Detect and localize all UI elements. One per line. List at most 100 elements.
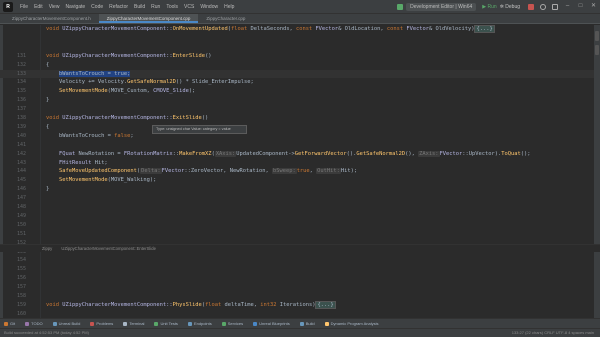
code-line[interactable]: 149 [0, 212, 600, 220]
code-line[interactable]: 133 bWantsToCrouch = true; [0, 69, 600, 78]
code-token: SafeMoveUpdatedComponent [58, 168, 137, 175]
menu-help[interactable]: Help [221, 4, 237, 10]
code-line[interactable]: 150 [0, 221, 600, 229]
code-line[interactable]: 145 SetMovementMode(MOVE_Walking); [0, 176, 600, 184]
code-token: Hit; [91, 159, 108, 166]
code-token: () [201, 115, 209, 121]
tool-window-icon [25, 321, 30, 326]
build-hammer-icon[interactable] [397, 3, 404, 10]
code-line[interactable]: 143 FHitResult Hit; [0, 159, 600, 167]
code-line[interactable]: 158 [0, 292, 600, 300]
tool-window-button[interactable]: TODO [25, 321, 43, 326]
code-text: bWantsToCrouch = true; [46, 70, 131, 78]
code-token: GetSafeNormal2D [127, 79, 176, 86]
maximize-icon[interactable]: □ [577, 3, 584, 10]
code-token: UZippyCharacterMovementComponent:: [62, 115, 173, 121]
breadcrumb-project[interactable]: Zippy [42, 246, 52, 251]
code-line[interactable]: 137 [0, 105, 600, 113]
code-line[interactable]: 157 [0, 283, 600, 291]
code-token: const [295, 26, 316, 32]
code-line[interactable]: 147 [0, 194, 600, 202]
close-icon[interactable]: ✕ [590, 3, 597, 10]
code-line[interactable] [0, 34, 600, 42]
tool-window-button[interactable]: Dynamic Program Analysis [324, 321, 378, 326]
tool-window-label: Unreal Build [58, 321, 81, 326]
search-icon[interactable] [540, 3, 546, 10]
menu-build[interactable]: Build [131, 4, 148, 10]
debug-button[interactable]: ✲ Debug [500, 4, 520, 10]
code-line[interactable]: 144 SafeMoveUpdatedComponent(Delta:FVect… [0, 167, 600, 175]
line-number: 134 [16, 79, 26, 86]
breadcrumb-function[interactable]: UZippyCharacterMovementComponent::EnterS… [61, 246, 156, 251]
code-line[interactable]: 135 SetMovementMode(MOVE_Custom, CMOVE_S… [0, 87, 600, 95]
line-number: 150 [16, 221, 26, 228]
code-line[interactable]: 141 [0, 141, 600, 149]
menu-window[interactable]: Window [197, 4, 221, 10]
code-line[interactable]: 155 [0, 265, 600, 273]
menu-tools[interactable]: Tools [163, 4, 181, 10]
code-text: { [46, 61, 49, 69]
menu-code[interactable]: Code [88, 4, 106, 10]
right-tool-strip [594, 25, 600, 318]
menu-vcs[interactable]: VCS [181, 4, 197, 10]
line-number: 145 [16, 177, 26, 184]
code-text: void UZippyCharacterMovementComponent::E… [46, 52, 212, 60]
run-configuration-select[interactable]: Development Editor | Win64 [406, 2, 477, 11]
menu-run[interactable]: Run [148, 4, 163, 10]
run-button[interactable]: ▶ Run [482, 4, 496, 10]
tab-zippy-movement-cpp[interactable]: ZippyCharacterMovementComponent.cpp [98, 14, 199, 23]
code-line[interactable]: 136} [0, 96, 600, 104]
status-caret-info[interactable]: 133:27 (22 chars) CRLF UTF-8 4 spaces ma… [512, 329, 594, 337]
stop-icon[interactable] [528, 3, 534, 10]
menu-view[interactable]: View [46, 4, 63, 10]
code-line[interactable]: 151 [0, 230, 600, 238]
tool-window-button[interactable]: Terminal [123, 321, 144, 326]
code-token: ); [188, 88, 196, 95]
status-message: Build succeeded at 4:52:53 PM (today 4:5… [4, 330, 89, 335]
line-number: 148 [16, 204, 26, 210]
code-line[interactable]: 146} [0, 185, 600, 193]
tool-window-button[interactable]: Unit Tests [154, 321, 178, 326]
app-logo: R [3, 1, 13, 12]
code-line[interactable]: 156 [0, 274, 600, 282]
code-line[interactable]: 138 void UZippyCharacterMovementComponent… [0, 114, 600, 122]
menu-file[interactable]: File [17, 4, 31, 10]
tool-window-button[interactable]: Problems [90, 321, 113, 326]
tool-window-button[interactable]: Endpoints [187, 321, 212, 326]
code-line[interactable]: void UZippyCharacterMovementComponent::O… [0, 25, 600, 33]
tool-window-button[interactable]: Unreal Blueprints [253, 321, 290, 326]
line-number: 131 [16, 52, 26, 59]
menu-edit[interactable]: Edit [31, 4, 46, 10]
code-text: FQuat NewRotation = FRotationMatrix::Mak… [46, 150, 530, 158]
code-token: void [46, 26, 63, 32]
tool-window-label: Terminal [129, 321, 145, 326]
tab-zippy-movement-h[interactable]: ZippyCharacterMovementComponent.h [4, 14, 99, 23]
code-line[interactable]: 131 void UZippyCharacterMovementComponent… [0, 52, 600, 60]
code-line[interactable]: 159 void UZippyCharacterMovementComponent… [0, 300, 600, 309]
code-line[interactable]: 132 { [0, 61, 600, 69]
code-line[interactable]: 134 Velocity += Velocity.GetSafeNormal2D… [0, 78, 600, 86]
notifications-panel-icon[interactable] [595, 45, 599, 55]
parameter-hint: ZAxis: [418, 150, 440, 157]
folded-region[interactable]: {...} [474, 25, 495, 33]
line-number: 139 [16, 123, 26, 130]
code-line[interactable]: 142 FQuat NewRotation = FRotationMatrix:… [0, 150, 600, 158]
minimize-icon[interactable]: – [564, 3, 571, 10]
tool-window-button[interactable]: Services [221, 321, 243, 326]
code-line[interactable]: 140 bWantsToCrouch = false; [0, 132, 600, 140]
tool-window-button[interactable]: Build [299, 321, 315, 326]
menu-navigate[interactable]: Navigate [62, 4, 88, 10]
menu-refactor[interactable]: Refactor [106, 4, 131, 10]
folded-region[interactable]: {...} [315, 300, 336, 309]
tool-window-button[interactable]: Unreal Build [52, 321, 81, 326]
settings-gear-icon[interactable] [552, 3, 558, 10]
code-line[interactable]: 160 [0, 310, 600, 318]
code-editor[interactable]: void UZippyCharacterMovementComponent::O… [0, 25, 600, 318]
code-line[interactable]: 148 [0, 203, 600, 211]
code-line[interactable]: 154 [0, 256, 600, 264]
code-line[interactable]: 139 { [0, 123, 600, 131]
database-panel-icon[interactable] [595, 31, 599, 41]
code-line[interactable] [0, 43, 600, 51]
tool-window-button[interactable]: Git [4, 321, 15, 326]
tab-zippy-character-cpp[interactable]: ZippyCharacter.cpp [198, 14, 253, 23]
